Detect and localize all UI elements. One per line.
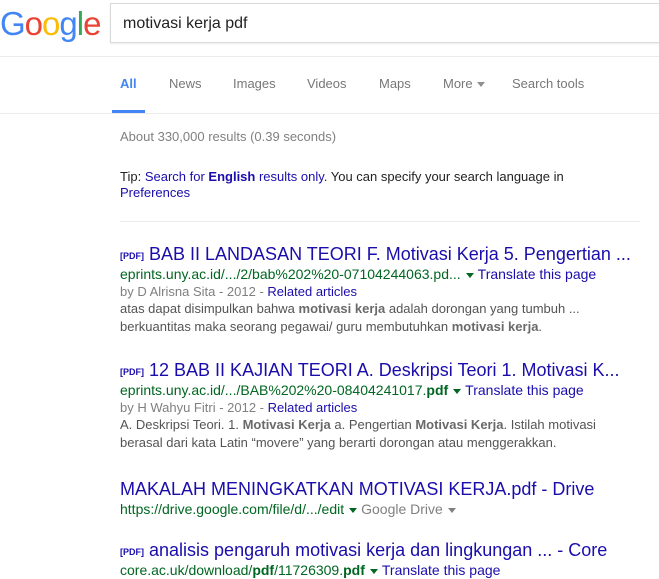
result-title-link[interactable]: [PDF] BAB II LANDASAN TEORI F. Motivasi … [120, 243, 659, 265]
result-byline: by D Alrisna Sita - 2012 - Related artic… [120, 283, 659, 300]
result-url-bold: pdf [426, 382, 449, 398]
snippet-text: atas dapat disimpulkan bahwa [120, 301, 299, 316]
google-drive-label: Google Drive [361, 501, 443, 517]
tab-maps[interactable]: Maps [379, 76, 411, 91]
english-link-part1: Search for [144, 169, 209, 184]
tip-prefix: Tip: [120, 169, 145, 184]
snippet-line: berasal dari kata Latin “movere” yang be… [120, 435, 557, 450]
language-tip: Tip: Search for English results only. Yo… [120, 169, 590, 201]
url-dropdown-icon[interactable] [453, 388, 462, 394]
search-input[interactable] [121, 4, 645, 44]
result-snippet: atas dapat disimpulkan bahwa motivasi ke… [120, 300, 659, 336]
snippet-bold: Motivasi Kerja [242, 417, 331, 432]
snippet-line: atas dapat disimpulkan bahwa motivasi ke… [120, 300, 659, 318]
translate-link[interactable]: Translate this page [465, 382, 584, 398]
result-url: eprints.uny.ac.id/.../2/bab%202%20-07104… [120, 266, 461, 282]
snippet-bold: motivasi kerja [298, 301, 386, 316]
pdf-tag: [PDF] [120, 367, 144, 377]
tab-images[interactable]: Images [233, 76, 276, 91]
search-box[interactable] [110, 3, 659, 44]
byline-author: by D Alrisna Sita - 2012 - [120, 284, 268, 299]
tab-more[interactable]: More [443, 76, 485, 91]
snippet-text: a. Pengertian [330, 417, 416, 432]
result-snippet: A. Deskripsi Teori. 1. Motivasi Kerja a.… [120, 416, 659, 452]
search-result: [PDF] analisis pengaruh motivasi kerja d… [120, 539, 659, 579]
english-link-bold: English [208, 169, 256, 184]
snippet-text: berkuantitas maka seorang pegawai/ guru … [120, 319, 452, 334]
header: Google [0, 0, 659, 57]
tab-more-label: More [443, 76, 473, 91]
snippet-text: A. Deskripsi Teori. 1. [120, 417, 243, 432]
divider [120, 221, 640, 222]
result-title: BAB II LANDASAN TEORI F. Motivasi Kerja … [149, 244, 631, 264]
snippet-text: . Istilah motivasi [503, 417, 596, 432]
search-result: [PDF] BAB II LANDASAN TEORI F. Motivasi … [120, 243, 659, 336]
result-stats: About 330,000 results (0.39 seconds) [120, 129, 337, 144]
search-tabs: All News Images Videos Maps More Search … [0, 57, 659, 114]
tab-search-tools[interactable]: Search tools [512, 76, 584, 91]
pdf-tag: [PDF] [120, 547, 144, 557]
result-url: /11726309. [274, 562, 344, 578]
google-logo[interactable]: Google [0, 4, 101, 44]
result-byline: by H Wahyu Fitri - 2012 - Related articl… [120, 399, 659, 416]
result-title: analisis pengaruh motivasi kerja dan lin… [149, 540, 608, 560]
result-url-bold: pdf [343, 562, 365, 578]
snippet-line: A. Deskripsi Teori. 1. Motivasi Kerja a.… [120, 416, 659, 434]
english-link-part2: results only [255, 169, 324, 184]
english-only-link[interactable]: Search for English results only [145, 169, 324, 184]
pdf-tag: [PDF] [120, 251, 144, 261]
chevron-down-icon[interactable] [447, 507, 456, 513]
result-title-link[interactable]: [PDF] analisis pengaruh motivasi kerja d… [120, 539, 659, 561]
result-url-line: https://drive.google.com/file/d/.../edit… [120, 500, 659, 518]
url-dropdown-icon[interactable] [369, 568, 378, 574]
snippet-bold: motivasi kerja [451, 319, 539, 334]
tip-middle: . You can specify your search language i… [323, 169, 564, 184]
result-url-bold: pdf [252, 562, 275, 578]
tab-all[interactable]: All [120, 76, 137, 91]
related-articles-link[interactable]: Related articles [268, 400, 358, 415]
result-title-link[interactable]: MAKALAH MENINGKATKAN MOTIVASI KERJA.pdf … [120, 478, 659, 500]
result-title-link[interactable]: [PDF] 12 BAB II KAJIAN TEORI A. Deskrips… [120, 359, 659, 381]
result-url: eprints.uny.ac.id/.../BAB%202%20-0840424… [120, 382, 427, 398]
snippet-bold: Motivasi Kerja [415, 417, 504, 432]
result-title: MAKALAH MENINGKATKAN MOTIVASI KERJA.pdf … [120, 479, 595, 499]
tab-news[interactable]: News [169, 76, 202, 91]
result-url-line: eprints.uny.ac.id/.../2/bab%202%20-07104… [120, 265, 659, 283]
preferences-link[interactable]: Preferences [120, 185, 190, 200]
snippet-text: adalah dorongan yang tumbuh ... [385, 301, 580, 316]
result-url: https://drive.google.com/file/d/.../edit [120, 501, 345, 517]
url-dropdown-icon[interactable] [349, 507, 358, 513]
search-result: MAKALAH MENINGKATKAN MOTIVASI KERJA.pdf … [120, 478, 659, 518]
related-articles-link[interactable]: Related articles [267, 284, 357, 299]
snippet-line: berkuantitas maka seorang pegawai/ guru … [120, 318, 659, 336]
byline-author: by H Wahyu Fitri - 2012 - [120, 400, 268, 415]
translate-link[interactable]: Translate this page [478, 266, 597, 282]
result-url: core.ac.uk/download/ [120, 562, 253, 578]
result-url-line: core.ac.uk/download/pdf/11726309.pdf Tran… [120, 561, 659, 579]
chevron-down-icon [476, 82, 485, 88]
translate-link[interactable]: Translate this page [382, 562, 501, 578]
url-dropdown-icon[interactable] [465, 272, 474, 278]
tab-videos[interactable]: Videos [307, 76, 347, 91]
result-url-line: eprints.uny.ac.id/.../BAB%202%20-0840424… [120, 381, 659, 399]
result-title: 12 BAB II KAJIAN TEORI A. Deskripsi Teor… [149, 360, 620, 380]
snippet-text: . [538, 319, 543, 334]
search-result: [PDF] 12 BAB II KAJIAN TEORI A. Deskrips… [120, 359, 659, 452]
active-tab-indicator [112, 110, 145, 113]
